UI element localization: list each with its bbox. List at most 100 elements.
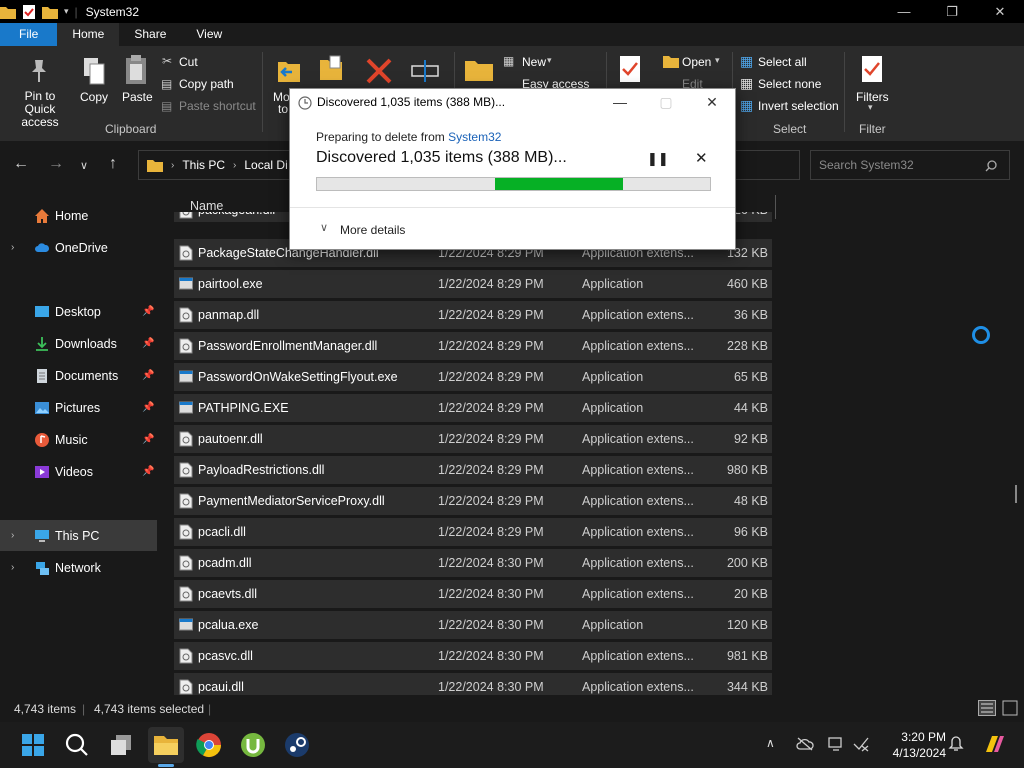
- up-arrow-icon[interactable]: ↑: [109, 155, 117, 173]
- table-row[interactable]: pcaui.dll 1/22/2024 8:30 PM Application ex…: [174, 673, 772, 695]
- notification-bell-icon[interactable]: [948, 736, 964, 752]
- file-explorer-icon[interactable]: [151, 730, 181, 760]
- cancel-button[interactable]: ✕: [695, 149, 708, 167]
- sidebar-item-desktop[interactable]: Desktop 📌: [0, 296, 157, 327]
- copilot-icon[interactable]: [982, 732, 1008, 756]
- large-icons-view-icon[interactable]: [1002, 700, 1018, 716]
- column-divider[interactable]: [775, 195, 776, 219]
- address-bar[interactable]: › This PC › Local Di: [138, 150, 298, 180]
- dialog-title: Discovered 1,035 items (388 MB)...: [317, 95, 506, 109]
- table-row[interactable]: panmap.dll 1/22/2024 8:29 PM Application e…: [174, 301, 772, 329]
- sidebar-item-videos[interactable]: Videos 📌: [0, 456, 157, 487]
- start-icon[interactable]: [18, 730, 48, 760]
- invert-selection-button[interactable]: Invert selection: [758, 99, 839, 113]
- dialog-close-button[interactable]: ✕: [689, 89, 735, 115]
- network-status-icon[interactable]: [852, 736, 870, 752]
- paste-shortcut-button[interactable]: Paste shortcut: [179, 99, 256, 113]
- breadcrumb-this-pc[interactable]: This PC: [182, 158, 225, 172]
- search-input[interactable]: Search System32: [810, 150, 1010, 180]
- source-folder-link[interactable]: System32: [448, 130, 501, 144]
- table-row[interactable]: pcasvc.dll 1/22/2024 8:30 PM Application e…: [174, 642, 772, 670]
- search-icon[interactable]: [62, 730, 92, 760]
- breadcrumb-local-disk[interactable]: Local Di: [244, 158, 287, 172]
- table-row[interactable]: pairtool.exe 1/22/2024 8:29 PM Application…: [174, 270, 772, 298]
- expand-chevron-icon[interactable]: ›: [11, 562, 14, 573]
- recent-locations-chevron-icon[interactable]: ∨: [80, 159, 88, 172]
- expand-chevron-icon[interactable]: ›: [11, 530, 14, 541]
- chevron-down-icon: ▾: [868, 102, 873, 112]
- item-count: 4,743 items: [14, 702, 77, 716]
- paste-button[interactable]: Paste: [122, 90, 153, 104]
- copy-icon: [84, 58, 105, 85]
- task-view-icon[interactable]: [106, 730, 136, 760]
- details-view-icon[interactable]: [978, 700, 996, 716]
- chrome-icon[interactable]: [194, 730, 224, 760]
- select-all-icon: ▦: [740, 53, 754, 69]
- maximize-button[interactable]: ❐: [928, 0, 976, 23]
- sidebar-item-pictures[interactable]: Pictures 📌: [0, 392, 157, 423]
- chevron-down-icon[interactable]: ∨: [320, 221, 328, 234]
- display-icon[interactable]: [828, 736, 844, 752]
- table-row[interactable]: PayloadRestrictions.dll 1/22/2024 8:29 PM…: [174, 456, 772, 484]
- column-header-name[interactable]: Name: [190, 199, 223, 213]
- expand-chevron-icon[interactable]: ›: [11, 242, 14, 253]
- cut-button[interactable]: Cut: [179, 55, 198, 69]
- table-row[interactable]: pcalua.exe 1/22/2024 8:30 PM Application 12…: [174, 611, 772, 639]
- file-name: PasswordEnrollmentManager.dll: [198, 339, 378, 353]
- select-all-button[interactable]: Select all: [758, 55, 807, 69]
- sidebar-item-music[interactable]: Music 📌: [0, 424, 157, 455]
- more-details-button[interactable]: More details: [340, 223, 405, 237]
- table-row[interactable]: PaymentMediatorServiceProxy.dll 1/22/2024…: [174, 487, 772, 515]
- pin-to-quick-access-button[interactable]: Pin to Quick access: [8, 90, 72, 129]
- close-button[interactable]: ✕: [976, 0, 1024, 23]
- dialog-divider: [290, 207, 735, 208]
- dialog-minimize-button[interactable]: —: [597, 89, 643, 115]
- cloud-offline-icon[interactable]: [796, 737, 814, 751]
- application-icon: [179, 618, 193, 631]
- show-hidden-icons-chevron-icon[interactable]: ∧: [766, 736, 775, 750]
- sidebar-item-label: This PC: [55, 528, 100, 543]
- file-size: 44 KB: [733, 401, 768, 415]
- sidebar-item-this-pc[interactable]: › This PC: [0, 520, 157, 551]
- scrollbar-thumb[interactable]: [1015, 485, 1017, 503]
- back-arrow-icon[interactable]: ←: [13, 155, 29, 173]
- sidebar-item-home[interactable]: Home: [0, 200, 157, 231]
- minimize-button[interactable]: —: [880, 0, 928, 23]
- tab-home[interactable]: Home: [57, 23, 120, 46]
- table-row[interactable]: pcadm.dll 1/22/2024 8:30 PM Application ex…: [174, 549, 772, 577]
- address-bar-end[interactable]: [736, 150, 800, 180]
- utorrent-icon[interactable]: [238, 730, 268, 760]
- select-none-button[interactable]: Select none: [758, 77, 821, 91]
- table-row[interactable]: pcaevts.dll 1/22/2024 8:30 PM Application …: [174, 580, 772, 608]
- document-icon: [37, 368, 47, 383]
- tab-view[interactable]: View: [181, 23, 237, 46]
- delete-progress-dialog: Discovered 1,035 items (388 MB)... — ▢ ✕…: [289, 88, 736, 250]
- copy-button[interactable]: Copy: [80, 90, 108, 104]
- table-row[interactable]: PasswordOnWakeSettingFlyout.exe 1/22/2024…: [174, 363, 772, 391]
- table-row[interactable]: pcacli.dll 1/22/2024 8:29 PM Application e…: [174, 518, 772, 546]
- new-folder-icon[interactable]: [42, 5, 58, 19]
- properties-icon[interactable]: [22, 4, 36, 20]
- forward-arrow-icon[interactable]: →: [48, 155, 64, 173]
- sidebar-item-documents[interactable]: Documents 📌: [0, 360, 157, 391]
- search-placeholder: Search System32: [819, 158, 914, 172]
- table-row[interactable]: PasswordEnrollmentManager.dll 1/22/2024 8…: [174, 332, 772, 360]
- new-item-button[interactable]: New: [522, 55, 546, 69]
- tab-file[interactable]: File: [0, 23, 58, 46]
- tab-share[interactable]: Share: [119, 23, 181, 46]
- copy-path-button[interactable]: Copy path: [179, 77, 234, 91]
- scissors-icon: ✂: [162, 54, 173, 68]
- file-date: 1/22/2024 8:29 PM: [438, 463, 544, 477]
- sidebar-item-onedrive[interactable]: › OneDrive: [0, 232, 157, 263]
- system-clock[interactable]: 3:20 PM 4/13/2024: [880, 729, 946, 761]
- table-row[interactable]: PATHPING.EXE 1/22/2024 8:29 PM Application…: [174, 394, 772, 422]
- sidebar-item-network[interactable]: › Network: [0, 552, 157, 583]
- customize-toolbar-chevron-icon[interactable]: ▾: [64, 6, 69, 17]
- table-row[interactable]: pautoenr.dll 1/22/2024 8:29 PM Application…: [174, 425, 772, 453]
- pause-button[interactable]: ❚❚: [647, 151, 669, 167]
- open-button[interactable]: Open: [682, 55, 711, 69]
- pin-icon: 📌: [142, 338, 155, 349]
- sidebar-item-downloads[interactable]: Downloads 📌: [0, 328, 157, 359]
- steam-icon[interactable]: [282, 730, 312, 760]
- dll-file-icon: [179, 212, 193, 219]
